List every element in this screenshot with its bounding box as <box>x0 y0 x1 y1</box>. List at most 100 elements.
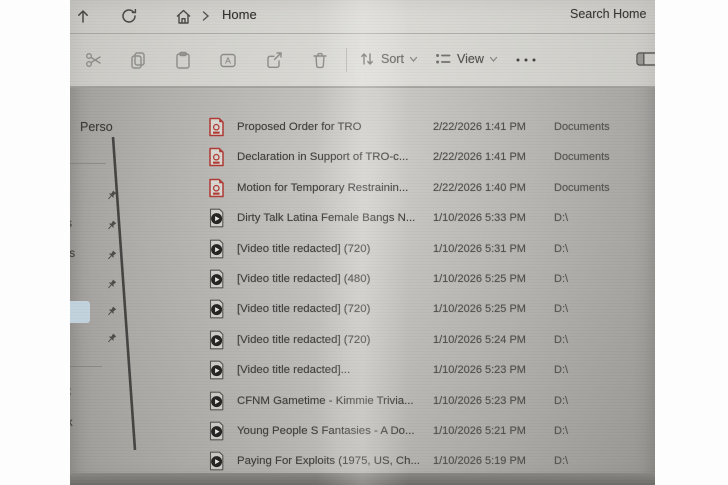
file-name: [Video title redacted] (720) <box>237 303 370 315</box>
video-file-icon <box>208 451 225 471</box>
refresh-button[interactable] <box>120 7 138 25</box>
file-name: CFNM Gametime - Kimmie Trivia... <box>237 395 414 407</box>
video-file-icon <box>208 299 225 319</box>
chevron-down-icon <box>489 56 498 63</box>
file-row[interactable]: [Video title redacted] (720) 1/10/2026 5… <box>198 235 655 265</box>
file-location: D:\ <box>554 364 568 376</box>
pdf-file-icon <box>208 117 225 137</box>
copy-icon <box>128 50 148 70</box>
video-file-icon <box>208 208 225 228</box>
sidebar-item[interactable] <box>70 274 122 296</box>
file-row[interactable]: CFNM Gametime - Kimmie Trivia... 1/10/20… <box>198 387 655 417</box>
breadcrumb[interactable]: Home <box>222 7 257 22</box>
sort-icon <box>358 50 376 68</box>
details-pane-button[interactable] <box>636 51 655 67</box>
file-name: Proposed Order for TRO <box>237 121 362 133</box>
video-file-icon <box>208 269 225 289</box>
breadcrumb-chevron-icon <box>202 11 210 21</box>
view-icon <box>434 50 452 68</box>
navigation-bar: Home Search Home <box>70 0 655 33</box>
file-name: [Video title redacted] (480) <box>237 273 370 285</box>
sidebar-item-label: C <box>70 387 71 399</box>
file-row[interactable]: Motion for Temporary Restrainin... 2/22/… <box>198 174 655 204</box>
file-location: D:\ <box>554 212 568 224</box>
file-name: Declaration in Support of TRO-c... <box>237 151 408 163</box>
file-date-modified: 1/10/2026 5:25 PM <box>433 273 526 285</box>
pin-icon <box>106 279 117 290</box>
paste-button[interactable] <box>173 50 193 70</box>
file-row[interactable]: Proposed Order for TRO 2/22/2026 1:41 PM… <box>198 113 655 143</box>
file-location: D:\ <box>554 425 568 437</box>
video-file-icon <box>208 239 225 259</box>
video-file-icon <box>208 299 225 319</box>
file-row[interactable]: Young People S Fantasies - A Do... 1/10/… <box>198 417 655 447</box>
file-date-modified: 1/10/2026 5:33 PM <box>433 212 526 224</box>
sidebar-item[interactable]: ts <box>70 215 122 237</box>
sidebar-item[interactable] <box>70 185 122 207</box>
file-name: Paying For Exploits (1975, US, Ch... <box>237 455 420 467</box>
file-row[interactable]: [Video title redacted] (480) 1/10/2026 5… <box>198 265 655 295</box>
sidebar-item[interactable]: ds <box>70 245 122 267</box>
photo-of-screen: Home Search Home A <box>0 0 728 485</box>
up-button[interactable] <box>74 7 92 25</box>
sidebar-divider <box>70 366 102 367</box>
file-name: Dirty Talk Latina Female Bangs N... <box>237 212 415 224</box>
copy-button[interactable] <box>128 50 148 70</box>
chevron-down-icon <box>409 56 418 63</box>
file-location: Documents <box>554 182 610 194</box>
file-name: [Video title redacted] (720) <box>237 243 370 255</box>
pin-icon <box>106 220 117 231</box>
delete-button[interactable] <box>310 50 330 70</box>
file-date-modified: 1/10/2026 5:24 PM <box>433 334 526 346</box>
rename-button[interactable]: A <box>218 50 238 70</box>
more-ellipsis-icon <box>514 56 538 64</box>
refresh-icon <box>120 7 138 25</box>
sidebar-item[interactable]: rk <box>70 414 122 436</box>
file-date-modified: 2/22/2026 1:40 PM <box>433 182 526 194</box>
search-input[interactable]: Search Home <box>570 7 646 21</box>
file-location: D:\ <box>554 395 568 407</box>
video-file-icon <box>208 360 225 380</box>
file-name: [Video title redacted]... <box>237 364 350 376</box>
video-file-icon <box>208 421 225 441</box>
sidebar-item-label: ts <box>70 218 72 230</box>
file-row[interactable]: Declaration in Support of TRO-c... 2/22/… <box>198 143 655 173</box>
pdf-file-icon <box>208 147 225 167</box>
video-file-icon <box>208 391 225 411</box>
file-row[interactable]: [Video title redacted] (720) 1/10/2026 5… <box>198 326 655 356</box>
pin-icon <box>106 333 117 344</box>
trash-icon <box>310 50 330 70</box>
file-name: Motion for Temporary Restrainin... <box>237 182 408 194</box>
breadcrumb-home-button[interactable] <box>174 7 193 26</box>
sidebar-section-label[interactable]: Perso <box>80 120 113 134</box>
file-location: D:\ <box>554 455 568 467</box>
more-options-button[interactable] <box>514 56 538 64</box>
file-row[interactable]: Dirty Talk Latina Female Bangs N... 1/10… <box>198 204 655 234</box>
pin-icon <box>106 306 117 317</box>
file-location: Documents <box>554 151 610 163</box>
sidebar-item-label: ds <box>70 248 75 260</box>
file-date-modified: 1/10/2026 5:31 PM <box>433 243 526 255</box>
file-date-modified: 1/10/2026 5:23 PM <box>433 364 526 376</box>
file-explorer-window: Home Search Home A <box>70 0 655 485</box>
rename-icon: A <box>218 50 238 70</box>
file-date-modified: 2/22/2026 1:41 PM <box>433 121 526 133</box>
pdf-file-icon <box>208 178 225 198</box>
file-row[interactable]: [Video title redacted]... 1/10/2026 5:23… <box>198 356 655 386</box>
pin-icon <box>106 190 117 201</box>
share-button[interactable] <box>264 50 284 70</box>
view-button[interactable]: View <box>434 50 498 68</box>
file-date-modified: 2/22/2026 1:41 PM <box>433 151 526 163</box>
file-location: D:\ <box>554 303 568 315</box>
sidebar-item[interactable]: C <box>70 384 122 406</box>
cut-button[interactable] <box>84 50 104 70</box>
command-toolbar: A Sort View <box>70 34 655 86</box>
sidebar-item[interactable] <box>70 328 122 350</box>
toolbar-divider <box>346 48 347 72</box>
video-file-icon <box>208 421 225 441</box>
video-file-icon <box>208 360 225 380</box>
file-row[interactable]: [Video title redacted] (720) 1/10/2026 5… <box>198 295 655 325</box>
sidebar-item[interactable] <box>70 301 122 323</box>
video-file-icon <box>208 330 225 350</box>
sort-button[interactable]: Sort <box>358 50 418 68</box>
